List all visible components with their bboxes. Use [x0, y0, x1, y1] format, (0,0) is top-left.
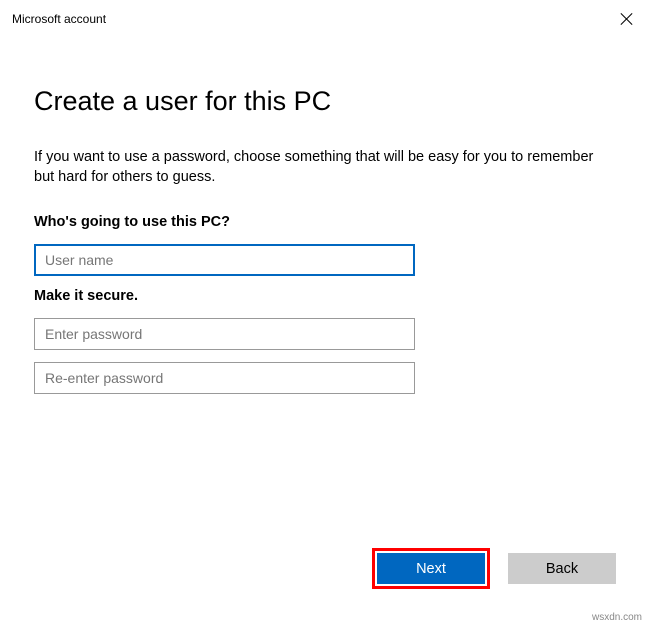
username-section-label: Who's going to use this PC? [34, 214, 614, 230]
close-icon[interactable] [620, 12, 634, 26]
content-area: Create a user for this PC If you want to… [0, 30, 648, 394]
back-button[interactable]: Back [508, 553, 616, 584]
watermark: wsxdn.com [592, 612, 642, 623]
page-description: If you want to use a password, choose so… [34, 147, 614, 188]
titlebar: Microsoft account [0, 0, 648, 30]
next-button[interactable]: Next [377, 553, 485, 584]
next-button-highlight: Next [372, 548, 490, 589]
page-title: Create a user for this PC [34, 86, 614, 117]
username-input[interactable] [34, 244, 415, 276]
password-confirm-input[interactable] [34, 362, 415, 394]
password-input[interactable] [34, 318, 415, 350]
window-title: Microsoft account [12, 12, 106, 26]
button-bar: Next Back [372, 548, 616, 589]
password-section-label: Make it secure. [34, 288, 614, 304]
